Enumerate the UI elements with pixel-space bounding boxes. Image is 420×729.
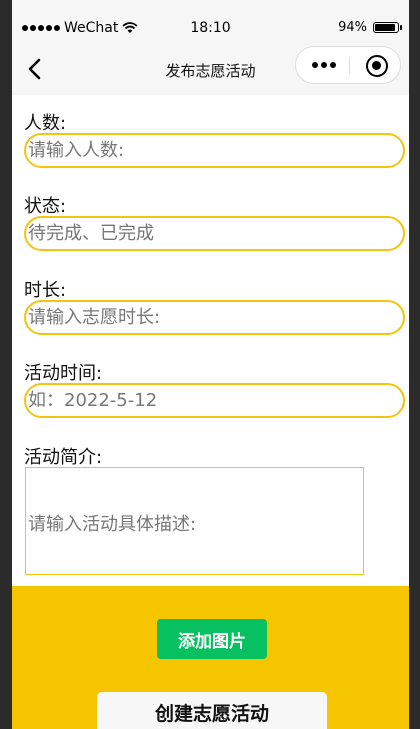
time-label: 活动时间: bbox=[24, 363, 103, 384]
more-icon[interactable] bbox=[312, 62, 336, 68]
intro-textarea[interactable] bbox=[26, 468, 363, 574]
people-input[interactable] bbox=[28, 137, 388, 164]
nav-bar: 发布志愿活动 bbox=[12, 44, 409, 95]
create-activity-button[interactable]: 创建志愿活动 bbox=[97, 692, 327, 729]
battery-percent: 94% bbox=[338, 20, 367, 35]
battery-icon bbox=[373, 22, 402, 33]
duration-input[interactable] bbox=[28, 304, 388, 331]
phone-screen: WeChat 18:10 94% 发布志愿活动 人数: 状态: 时长 bbox=[12, 0, 409, 729]
battery-group: 94% bbox=[338, 20, 402, 35]
action-panel: 添加图片 创建志愿活动 bbox=[12, 586, 409, 729]
duration-label: 时长: bbox=[24, 280, 67, 301]
time-field[interactable] bbox=[24, 383, 405, 418]
add-image-button[interactable]: 添加图片 bbox=[157, 619, 267, 659]
menu-capsule bbox=[295, 46, 401, 84]
status-field[interactable] bbox=[24, 216, 405, 251]
target-icon[interactable] bbox=[366, 55, 388, 77]
status-bar: WeChat 18:10 94% bbox=[12, 0, 409, 44]
intro-label: 活动简介: bbox=[24, 447, 103, 468]
status-label: 状态: bbox=[24, 196, 67, 217]
people-field[interactable] bbox=[24, 133, 405, 168]
people-label: 人数: bbox=[24, 113, 67, 134]
status-input[interactable] bbox=[28, 220, 388, 247]
time-input[interactable] bbox=[28, 387, 388, 414]
intro-field[interactable] bbox=[25, 467, 364, 575]
capsule-divider bbox=[349, 57, 350, 74]
duration-field[interactable] bbox=[24, 300, 405, 335]
